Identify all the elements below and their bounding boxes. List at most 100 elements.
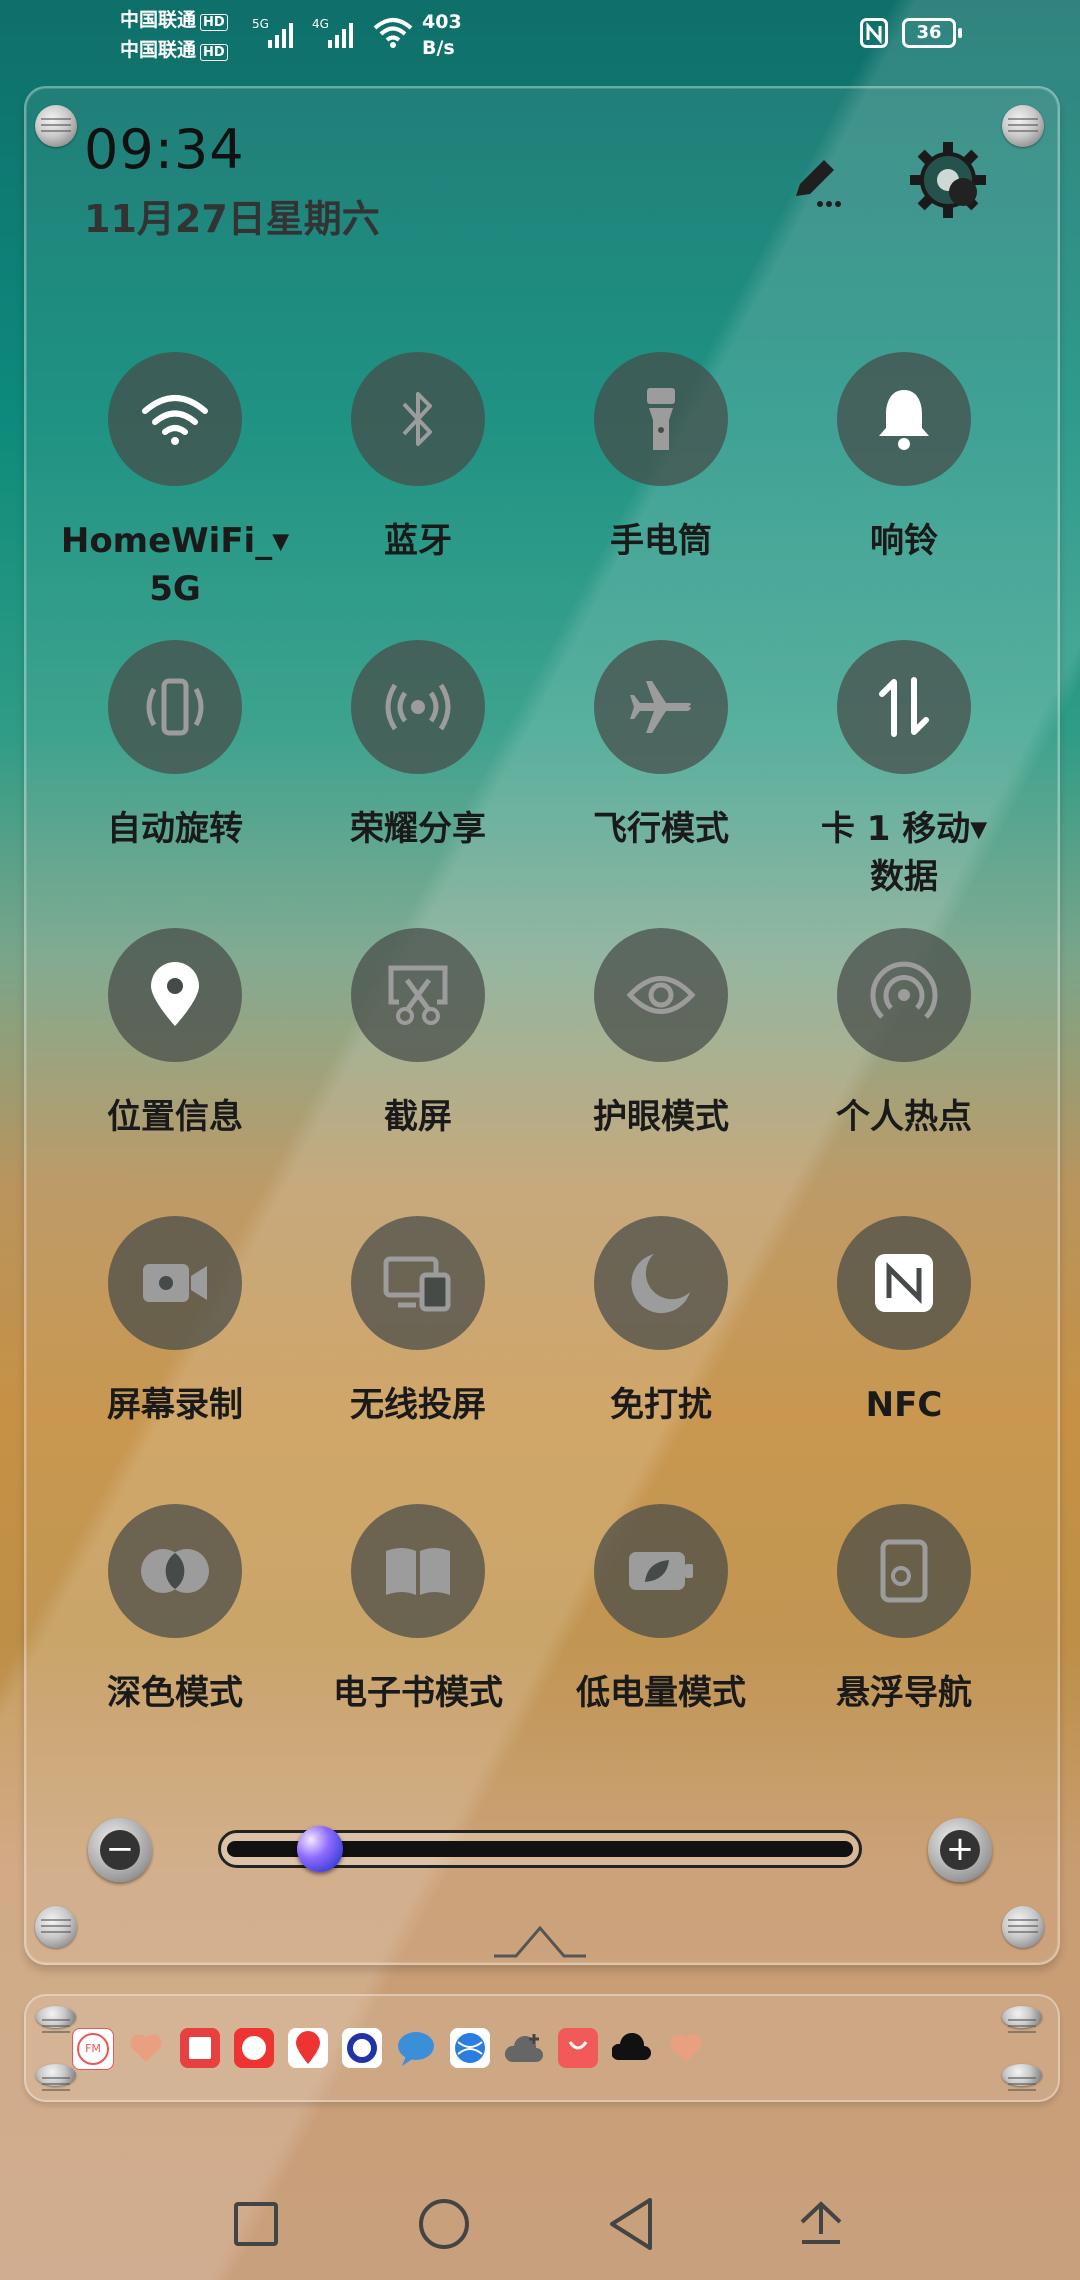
wifi-status-icon — [373, 18, 413, 48]
brightness-slider-knob[interactable] — [296, 1826, 343, 1872]
tile-bluetooth-button[interactable] — [351, 352, 485, 486]
screw-decoration — [36, 2064, 76, 2086]
edit-icon[interactable] — [786, 150, 846, 210]
tile-wireless-cast-button[interactable] — [351, 1216, 485, 1350]
tile-location-button[interactable] — [108, 928, 242, 1062]
tile-dark-mode-label: 深色模式 — [107, 1673, 243, 1713]
tile-ring-button[interactable] — [837, 352, 971, 486]
back-triangle-icon[interactable] — [606, 2196, 656, 2252]
heart-icon[interactable] — [666, 2028, 706, 2068]
screenshot-icon — [388, 965, 448, 1025]
svg-text:5G: 5G — [252, 17, 269, 31]
ebook-icon — [386, 1548, 450, 1595]
tile-screenshot-button[interactable] — [351, 928, 485, 1062]
tile-mobile-data-button[interactable] — [837, 640, 971, 774]
tile-ring[interactable]: 响铃 — [784, 352, 1024, 564]
tile-honor-share-button[interactable] — [351, 640, 485, 774]
screw-decoration — [35, 1906, 77, 1948]
tile-ebook[interactable]: 电子书模式 — [298, 1504, 538, 1716]
bell-icon — [879, 390, 929, 450]
tile-flashlight-button[interactable] — [594, 352, 728, 486]
clock-time: 09:34 — [84, 118, 245, 181]
bluetooth-icon — [402, 392, 432, 446]
heart-icon[interactable] — [126, 2028, 166, 2068]
auto-rotate-icon — [146, 678, 204, 736]
tile-mobile-data[interactable]: 卡 1 移动▼ 数据 — [784, 640, 1024, 900]
browser-icon[interactable] — [450, 2028, 490, 2068]
tile-eye-comfort-button[interactable] — [594, 928, 728, 1062]
moon-icon — [631, 1254, 690, 1314]
network-speed: 403 B/s — [422, 11, 462, 59]
tile-airplane-button[interactable] — [594, 640, 728, 774]
tile-auto-rotate[interactable]: 自动旋转 — [55, 640, 295, 852]
tile-eye-comfort[interactable]: 护眼模式 — [541, 928, 781, 1140]
tile-nfc-label: NFC — [865, 1385, 943, 1425]
tile-wifi[interactable]: HomeWiFi_▼ 5G — [55, 352, 295, 612]
carrier-2: 中国联通 HD — [120, 39, 228, 64]
tile-wifi-button[interactable] — [108, 352, 242, 486]
tile-location[interactable]: 位置信息 — [55, 928, 295, 1140]
battery-saver-icon — [629, 1552, 693, 1590]
tile-nfc-button[interactable] — [837, 1216, 971, 1350]
tile-power-saving-button[interactable] — [594, 1504, 728, 1638]
tile-screen-record-button[interactable] — [108, 1216, 242, 1350]
fm-icon[interactable]: FM — [72, 2028, 114, 2070]
tile-honor-share-label: 荣耀分享 — [350, 809, 486, 849]
status-bar: 中国联通 HD 中国联通 HD 5G 4G 403 B/s 36 — [0, 0, 1080, 80]
tile-ring-label: 响铃 — [870, 521, 938, 561]
screw-decoration — [35, 105, 77, 147]
recents-square-icon[interactable] — [232, 2200, 280, 2248]
dark-mode-icon — [141, 1549, 209, 1593]
tile-screenshot[interactable]: 截屏 — [298, 928, 538, 1140]
book-app-icon[interactable] — [180, 2028, 220, 2068]
cast-icon — [383, 1256, 451, 1312]
settings-gear-icon[interactable] — [908, 140, 988, 220]
screw-decoration — [1002, 2064, 1042, 2086]
tile-auto-rotate-label: 自动旋转 — [107, 809, 243, 849]
tile-wireless-cast[interactable]: 无线投屏 — [298, 1216, 538, 1428]
flashlight-icon — [647, 388, 675, 450]
tile-floating-nav-button[interactable] — [837, 1504, 971, 1638]
hotspot-icon — [870, 961, 938, 1019]
cloud-icon[interactable] — [610, 2028, 652, 2068]
chat-bubble-icon[interactable] — [396, 2028, 436, 2068]
map-pin-app-icon[interactable] — [288, 2028, 328, 2068]
cloud-add-icon[interactable] — [504, 2028, 544, 2068]
signal-5g-icon: 5G — [252, 17, 293, 48]
hide-navbar-icon[interactable] — [798, 2198, 844, 2248]
circle-app-icon[interactable] — [342, 2028, 382, 2068]
brightness-increase-button[interactable]: + — [928, 1818, 992, 1882]
tile-auto-rotate-button[interactable] — [108, 640, 242, 774]
share-icon — [385, 683, 451, 731]
location-icon — [151, 962, 199, 1026]
tile-dark-mode[interactable]: 深色模式 — [55, 1504, 295, 1716]
tile-screenshot-label: 截屏 — [384, 1097, 452, 1137]
collapse-handle-icon[interactable] — [492, 1920, 588, 1960]
tile-floating-nav[interactable]: 悬浮导航 — [784, 1504, 1024, 1716]
tile-do-not-disturb[interactable]: 免打扰 — [541, 1216, 781, 1428]
svg-text:4G: 4G — [312, 17, 329, 31]
tile-do-not-disturb-label: 免打扰 — [610, 1385, 712, 1425]
tile-hotspot[interactable]: 个人热点 — [784, 928, 1024, 1140]
tile-wifi-label: HomeWiFi_▼ 5G — [60, 521, 290, 609]
tile-hotspot-button[interactable] — [837, 928, 971, 1062]
tile-flashlight[interactable]: 手电筒 — [541, 352, 781, 564]
store-icon[interactable] — [558, 2028, 598, 2068]
eye-icon — [626, 976, 696, 1014]
home-circle-icon[interactable] — [416, 2196, 472, 2252]
brightness-decrease-button[interactable]: − — [88, 1818, 152, 1882]
tile-flashlight-label: 手电筒 — [610, 521, 712, 561]
tile-dark-mode-button[interactable] — [108, 1504, 242, 1638]
tile-bluetooth[interactable]: 蓝牙 — [298, 352, 538, 564]
tile-wireless-cast-label: 无线投屏 — [350, 1385, 486, 1425]
tile-nfc[interactable]: NFC — [784, 1216, 1024, 1428]
tile-ebook-button[interactable] — [351, 1504, 485, 1638]
tile-honor-share[interactable]: 荣耀分享 — [298, 640, 538, 852]
tile-do-not-disturb-button[interactable] — [594, 1216, 728, 1350]
tile-power-saving-label: 低电量模式 — [576, 1673, 746, 1713]
tile-screen-record[interactable]: 屏幕录制 — [55, 1216, 295, 1428]
tile-airplane[interactable]: 飞行模式 — [541, 640, 781, 852]
nfc-icon — [875, 1254, 933, 1312]
tile-power-saving[interactable]: 低电量模式 — [541, 1504, 781, 1716]
jd-icon[interactable] — [234, 2028, 274, 2068]
